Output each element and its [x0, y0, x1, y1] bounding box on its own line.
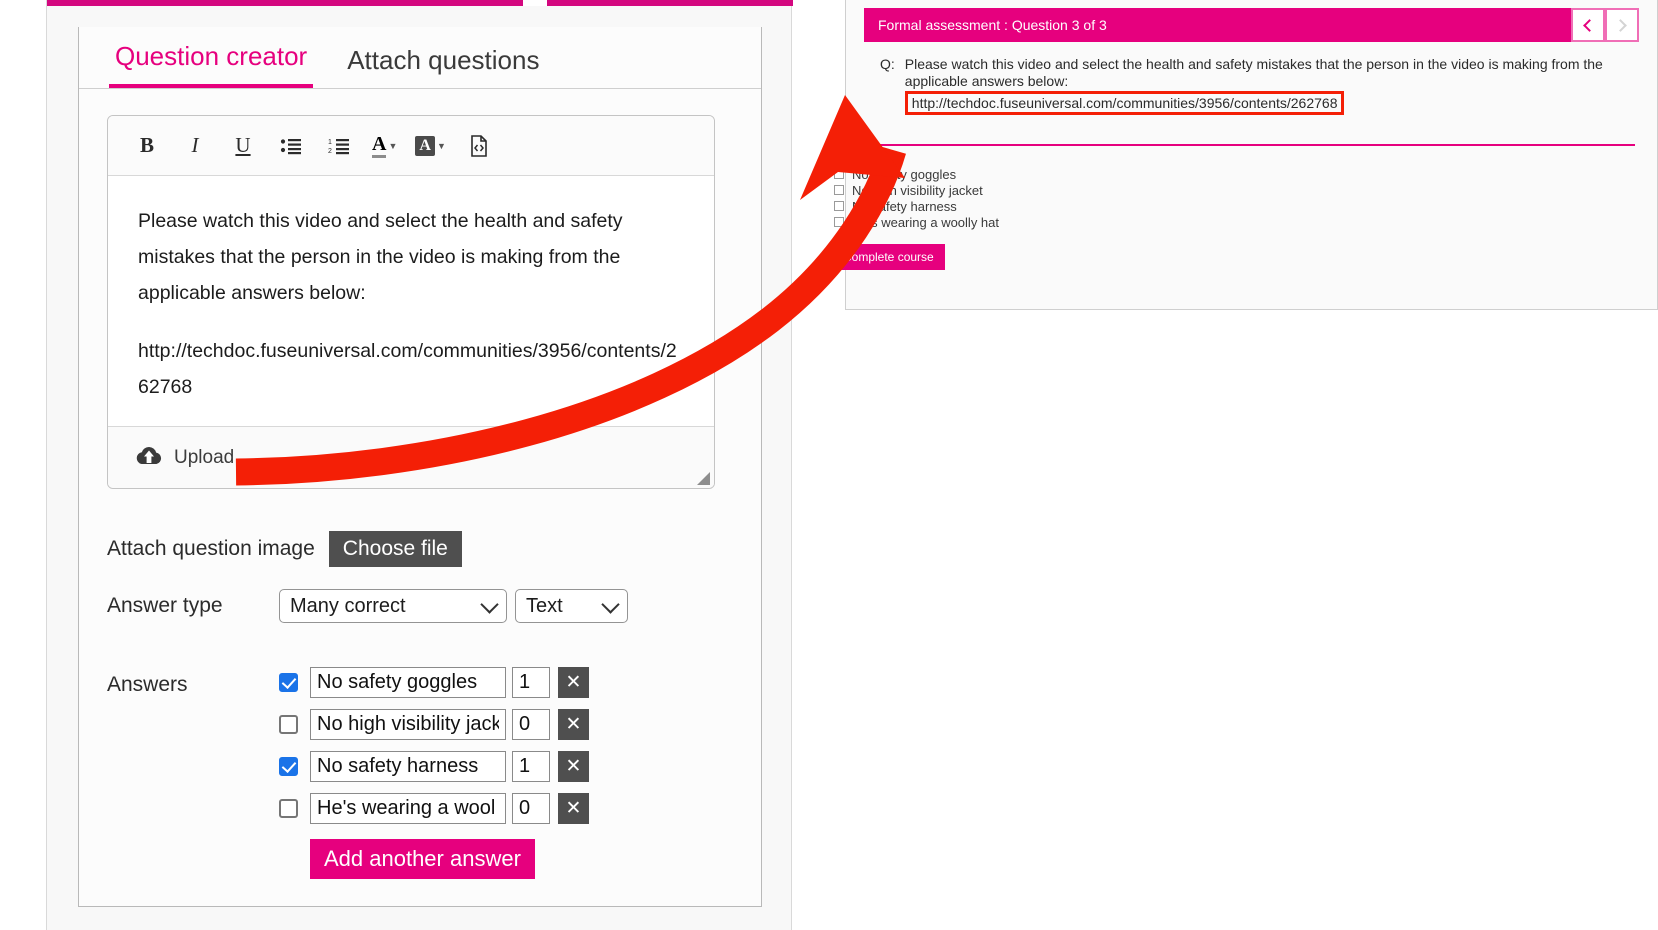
editor-toolbar: B I U 1 2 A ▼ A ▼ — [108, 116, 714, 176]
answer-score-input[interactable] — [512, 667, 550, 698]
answer-score-input[interactable] — [512, 709, 550, 740]
next-question-button[interactable] — [1605, 8, 1639, 42]
chevron-down-icon: ▼ — [436, 140, 446, 151]
preview-answer-label: No safety harness — [852, 198, 957, 214]
preview-answer-row: No safety harness — [834, 198, 999, 214]
editor-paragraph-question: Please watch this video and select the h… — [138, 210, 623, 304]
preview-answer-row: No high visibility jacket — [834, 182, 999, 198]
answer-score-input[interactable] — [512, 751, 550, 782]
italic-icon[interactable]: I — [180, 130, 210, 162]
numbered-list-icon[interactable]: 1 2 — [324, 130, 354, 162]
answer-format-value: Text — [526, 594, 563, 617]
editor-resize-handle[interactable] — [697, 472, 710, 485]
answer-correct-checkbox[interactable] — [279, 799, 298, 818]
assessment-preview-panel: Formal assessment : Question 3 of 3 Q: P… — [845, 0, 1658, 310]
preview-answer-row: He's wearing a woolly hat — [834, 214, 999, 230]
preview-answer-label: He's wearing a woolly hat — [852, 214, 999, 230]
font-color-icon[interactable]: A ▼ — [372, 134, 397, 158]
editor-upload-bar[interactable]: Upload — [108, 426, 714, 488]
delete-answer-button[interactable]: ✕ — [558, 793, 589, 824]
question-text-group: Please watch this video and select the h… — [904, 56, 1635, 115]
answer-row: ✕ — [279, 793, 589, 824]
svg-text:2: 2 — [328, 148, 332, 155]
preview-answer-checkbox[interactable] — [834, 201, 844, 211]
answer-correct-checkbox[interactable] — [279, 673, 298, 692]
preview-answer-label: No safety goggles — [852, 166, 957, 182]
question-creator-panel: Question creator Attach questions B I U — [46, 0, 793, 930]
underline-icon[interactable]: U — [228, 130, 258, 162]
add-another-answer-button[interactable]: Add another answer — [310, 839, 535, 879]
tab-question-creator[interactable]: Question creator — [109, 41, 314, 88]
underline-glyph: U — [235, 133, 251, 157]
answer-row: ✕ — [279, 667, 589, 698]
answer-text-input[interactable] — [310, 709, 506, 740]
preview-answer-checkbox[interactable] — [834, 217, 844, 227]
panel-top-accent-gap — [523, 0, 547, 6]
bold-icon[interactable]: B — [132, 130, 162, 162]
delete-answer-button[interactable]: ✕ — [558, 709, 589, 740]
creator-tabbar: Question creator Attach questions — [79, 27, 761, 89]
chevron-down-icon — [601, 595, 620, 614]
answer-text-input[interactable] — [310, 751, 506, 782]
preview-answers-list: No safety goggles No high visibility jac… — [834, 166, 999, 230]
answer-type-value: Many correct — [290, 594, 406, 617]
answers-section: Answers ✕ ✕ ✕ — [107, 667, 589, 879]
chevron-down-icon: ▼ — [388, 140, 398, 151]
answer-text-input[interactable] — [310, 667, 506, 698]
chevron-right-icon — [1614, 18, 1627, 32]
highlight-color-glyph: A — [415, 135, 435, 156]
delete-answer-button[interactable]: ✕ — [558, 751, 589, 782]
font-color-glyph: A — [372, 134, 387, 158]
attach-question-image-row: Attach question image Choose file — [107, 531, 462, 567]
answer-correct-checkbox[interactable] — [279, 715, 298, 734]
preview-question-url: http://techdoc.fuseuniversal.com/communi… — [904, 91, 1345, 115]
answer-type-label: Answer type — [107, 594, 223, 617]
chevron-left-icon — [1583, 18, 1596, 32]
rich-text-editor: B I U 1 2 A ▼ A ▼ Please watch this vide… — [107, 115, 715, 489]
answer-text-input[interactable] — [310, 793, 506, 824]
answer-type-select[interactable]: Many correct — [279, 589, 507, 623]
panel-top-accent-bar — [47, 0, 793, 6]
answer-score-input[interactable] — [512, 793, 550, 824]
editor-paragraph-url: http://techdoc.fuseuniversal.com/communi… — [138, 340, 677, 398]
preview-question-block: Q: Please watch this video and select th… — [880, 56, 1635, 115]
bold-glyph: B — [139, 133, 154, 157]
highlight-color-icon[interactable]: A ▼ — [415, 135, 446, 156]
answer-correct-checkbox[interactable] — [279, 757, 298, 776]
italic-glyph: I — [191, 133, 199, 157]
question-marker: Q: — [880, 56, 895, 72]
answer-row: ✕ — [279, 709, 589, 740]
preview-divider — [868, 144, 1635, 146]
answer-type-row: Answer type Many correct Text — [107, 589, 628, 623]
preview-answer-checkbox[interactable] — [834, 185, 844, 195]
source-code-icon[interactable] — [464, 130, 494, 162]
question-creator-card: Question creator Attach questions B I U — [78, 27, 762, 907]
choose-file-button[interactable]: Choose file — [328, 531, 462, 567]
complete-course-button[interactable]: Complete course — [832, 244, 945, 270]
upload-label: Upload — [174, 446, 235, 468]
answer-format-select[interactable]: Text — [515, 589, 628, 623]
answers-list: ✕ ✕ ✕ ✕ — [279, 667, 589, 879]
answer-row: ✕ — [279, 751, 589, 782]
answers-label: Answers — [107, 673, 188, 696]
chevron-down-icon — [480, 595, 499, 614]
tab-attach-questions[interactable]: Attach questions — [341, 45, 545, 88]
cloud-upload-icon — [134, 444, 164, 471]
editor-content-area[interactable]: Please watch this video and select the h… — [108, 177, 714, 426]
preview-header-bar: Formal assessment : Question 3 of 3 — [864, 8, 1639, 42]
delete-answer-button[interactable]: ✕ — [558, 667, 589, 698]
preview-answer-label: No high visibility jacket — [852, 182, 983, 198]
preview-header-title: Formal assessment : Question 3 of 3 — [878, 17, 1107, 33]
previous-question-button[interactable] — [1571, 8, 1605, 42]
preview-question-text: Please watch this video and select the h… — [904, 56, 1603, 89]
bulleted-list-icon[interactable] — [276, 130, 306, 162]
preview-answer-checkbox[interactable] — [834, 169, 844, 179]
attach-question-image-label: Attach question image — [107, 537, 315, 560]
preview-answer-row: No safety goggles — [834, 166, 999, 182]
svg-text:1: 1 — [328, 139, 332, 146]
